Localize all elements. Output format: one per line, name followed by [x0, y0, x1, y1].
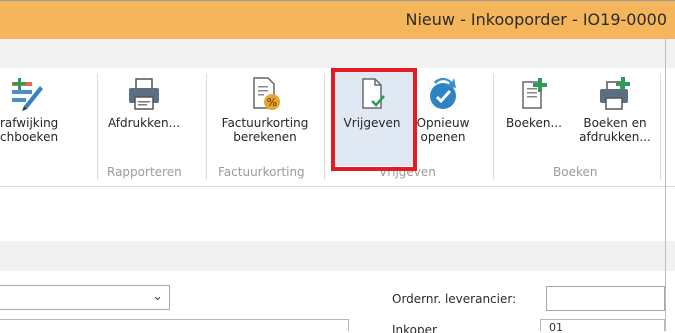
- reopen-icon: [430, 77, 456, 109]
- group-label-factuurkorting: Factuurkorting: [218, 165, 305, 179]
- window-right-edge: [665, 39, 666, 331]
- ordernr-leverancier-input[interactable]: [546, 286, 665, 311]
- afdrukken-button[interactable]: Afdrukken...: [104, 76, 184, 130]
- edit-pencil-icon: [12, 78, 43, 111]
- boeken-button[interactable]: Boeken...: [502, 76, 566, 130]
- post-print-icon: [600, 77, 630, 110]
- opnieuw-openen-label: Opnieuw openen: [416, 116, 470, 144]
- partial-field-value: 01: [549, 321, 563, 331]
- group-label-boeken: Boeken: [553, 165, 598, 179]
- ordernr-leverancier-label: Ordernr. leverancier:: [392, 292, 517, 306]
- group-separator: [206, 74, 207, 180]
- factuurkorting-berekenen-label: Factuurkorting berekenen: [221, 116, 309, 144]
- partial-field-input[interactable]: 01: [540, 319, 665, 331]
- boeken-label: Boeken...: [506, 116, 562, 130]
- afdrukken-label: Afdrukken...: [107, 116, 181, 130]
- opnieuw-openen-button[interactable]: Opnieuw openen: [410, 76, 476, 144]
- afwijking-boeken-label: rafwijking chboeken: [0, 116, 59, 144]
- factuurkorting-berekenen-button[interactable]: % Factuurkorting berekenen: [213, 76, 317, 144]
- document-percent-icon: %: [253, 77, 280, 110]
- group-separator: [97, 74, 98, 180]
- text-field-partial[interactable]: [0, 319, 349, 331]
- group-separator: [493, 74, 494, 180]
- svg-text:%: %: [267, 96, 277, 109]
- chevron-down-icon[interactable]: ⌄: [152, 289, 163, 304]
- ribbon-divider: [0, 186, 675, 187]
- group-label-rapporteren: Rapporteren: [107, 165, 182, 179]
- printer-icon: [129, 78, 159, 110]
- group-separator: [660, 74, 661, 180]
- highlight-annotation-box: [331, 68, 417, 171]
- fasttab-header-bar: [0, 241, 675, 271]
- boeken-en-afdrukken-button[interactable]: Boeken en afdrukken...: [570, 76, 660, 144]
- window-title: Nieuw - Inkooporder - IO19-0000: [405, 10, 668, 29]
- afwijking-boeken-button[interactable]: rafwijking chboeken: [0, 76, 90, 144]
- menu-strip: [0, 39, 675, 68]
- post-document-icon: [522, 78, 547, 109]
- group-separator: [324, 74, 325, 180]
- title-bar: Nieuw - Inkooporder - IO19-0000: [0, 1, 675, 39]
- partial-field-label: Inkoper: [392, 323, 437, 333]
- boeken-en-afdrukken-label: Boeken en afdrukken...: [579, 116, 651, 144]
- dropdown-field[interactable]: ⌄: [0, 285, 170, 310]
